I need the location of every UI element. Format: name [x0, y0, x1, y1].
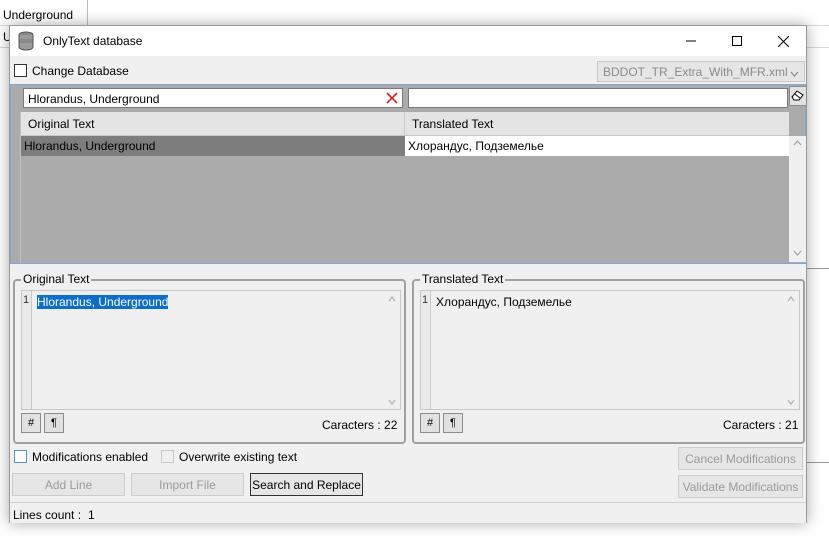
minimize-icon — [686, 36, 696, 46]
validate-modifications-button[interactable]: Validate Modifications — [678, 475, 803, 498]
eraser-button[interactable] — [789, 86, 807, 106]
close-button[interactable] — [760, 26, 806, 56]
cancel-modifications-button[interactable]: Cancel Modifications — [678, 447, 803, 470]
modifications-enabled-checkbox[interactable] — [14, 450, 27, 463]
background-divider — [807, 268, 829, 269]
search-grid-panel: Hlorandus, Underground Original Text Tra… — [10, 84, 807, 264]
chevron-down-icon — [790, 67, 799, 81]
pilcrow-button[interactable]: ¶ — [443, 413, 463, 433]
import-file-button[interactable]: Import File — [131, 473, 244, 496]
original-search-value: Hlorandus, Underground — [28, 92, 160, 106]
scroll-up-icon[interactable] — [793, 140, 802, 146]
pilcrow-button[interactable]: ¶ — [44, 413, 64, 433]
translated-text-editor[interactable]: 1 Хлорандус, Подземелье — [420, 290, 800, 410]
hash-button[interactable]: # — [21, 413, 41, 433]
column-header-original[interactable]: Original Text — [21, 112, 405, 136]
editor-scrollbar[interactable] — [384, 291, 400, 409]
maximize-button[interactable] — [714, 26, 760, 56]
column-header-translated[interactable]: Translated Text — [405, 112, 789, 136]
translated-text-group: Translated Text 1 Хлорандус, Подземелье … — [412, 272, 805, 444]
onlytext-database-window: OnlyText database Change Database BDDOT_… — [9, 25, 807, 523]
status-bar: Lines count : 1 — [10, 502, 806, 523]
scroll-up-icon[interactable] — [787, 296, 795, 302]
overwrite-existing-checkbox[interactable] — [161, 450, 174, 463]
overwrite-existing-label: Overwrite existing text — [179, 450, 298, 464]
background-cell: Underground — [0, 4, 88, 26]
database-select[interactable]: BDDOT_TR_Extra_With_MFR.xml — [597, 61, 805, 82]
scroll-up-icon[interactable] — [388, 296, 396, 302]
change-database-label: Change Database — [32, 64, 129, 78]
lines-count-label: Lines count : — [13, 508, 82, 522]
clear-search-icon[interactable] — [385, 91, 399, 105]
cell-original[interactable]: Hlorandus, Underground — [21, 136, 405, 156]
translated-text-group-title: Translated Text — [420, 272, 506, 286]
row-header-strip — [11, 112, 21, 263]
original-char-count: Caracters : 22 — [322, 418, 398, 432]
database-select-value: BDDOT_TR_Extra_With_MFR.xml — [603, 65, 788, 79]
original-search-input[interactable]: Hlorandus, Underground — [23, 88, 403, 108]
original-text-content[interactable]: Hlorandus, Underground — [37, 295, 169, 309]
title-bar[interactable]: OnlyText database — [10, 26, 806, 56]
translated-search-input[interactable] — [408, 88, 788, 108]
translated-char-count: Caracters : 21 — [723, 418, 799, 432]
change-database-checkbox[interactable] — [14, 64, 27, 77]
eraser-icon — [791, 89, 805, 104]
background-row: Underground — [0, 4, 829, 26]
grid-scrollbar[interactable] — [789, 136, 806, 262]
modifications-enabled-label: Modifications enabled — [32, 450, 149, 464]
window-title: OnlyText database — [43, 34, 143, 48]
original-text-group: Original Text 1 Hlorandus, Underground #… — [13, 272, 406, 444]
minimize-button[interactable] — [668, 26, 714, 56]
cell-translated[interactable]: Хлорандус, Подземелье — [405, 136, 789, 156]
lines-count-value: 1 — [88, 508, 95, 522]
maximize-icon — [732, 36, 742, 46]
hash-button[interactable]: # — [420, 413, 440, 433]
scroll-down-icon[interactable] — [793, 250, 802, 256]
original-text-group-title: Original Text — [21, 272, 92, 286]
scroll-down-icon[interactable] — [787, 399, 795, 405]
line-number: 1 — [421, 291, 431, 409]
scroll-down-icon[interactable] — [388, 399, 396, 405]
grid-header: Original Text Translated Text — [21, 112, 789, 136]
search-and-replace-button[interactable]: Search and Replace — [250, 473, 363, 496]
original-text-editor[interactable]: 1 Hlorandus, Underground — [21, 290, 401, 410]
translated-text-content[interactable]: Хлорандус, Подземелье — [436, 295, 572, 309]
line-number: 1 — [22, 291, 32, 409]
close-icon — [777, 35, 789, 47]
editor-scrollbar[interactable] — [783, 291, 799, 409]
add-line-button[interactable]: Add Line — [12, 473, 125, 496]
database-icon — [17, 31, 35, 51]
background-divider — [807, 462, 829, 463]
table-row[interactable]: Hlorandus, Underground Хлорандус, Подзем… — [21, 136, 789, 156]
